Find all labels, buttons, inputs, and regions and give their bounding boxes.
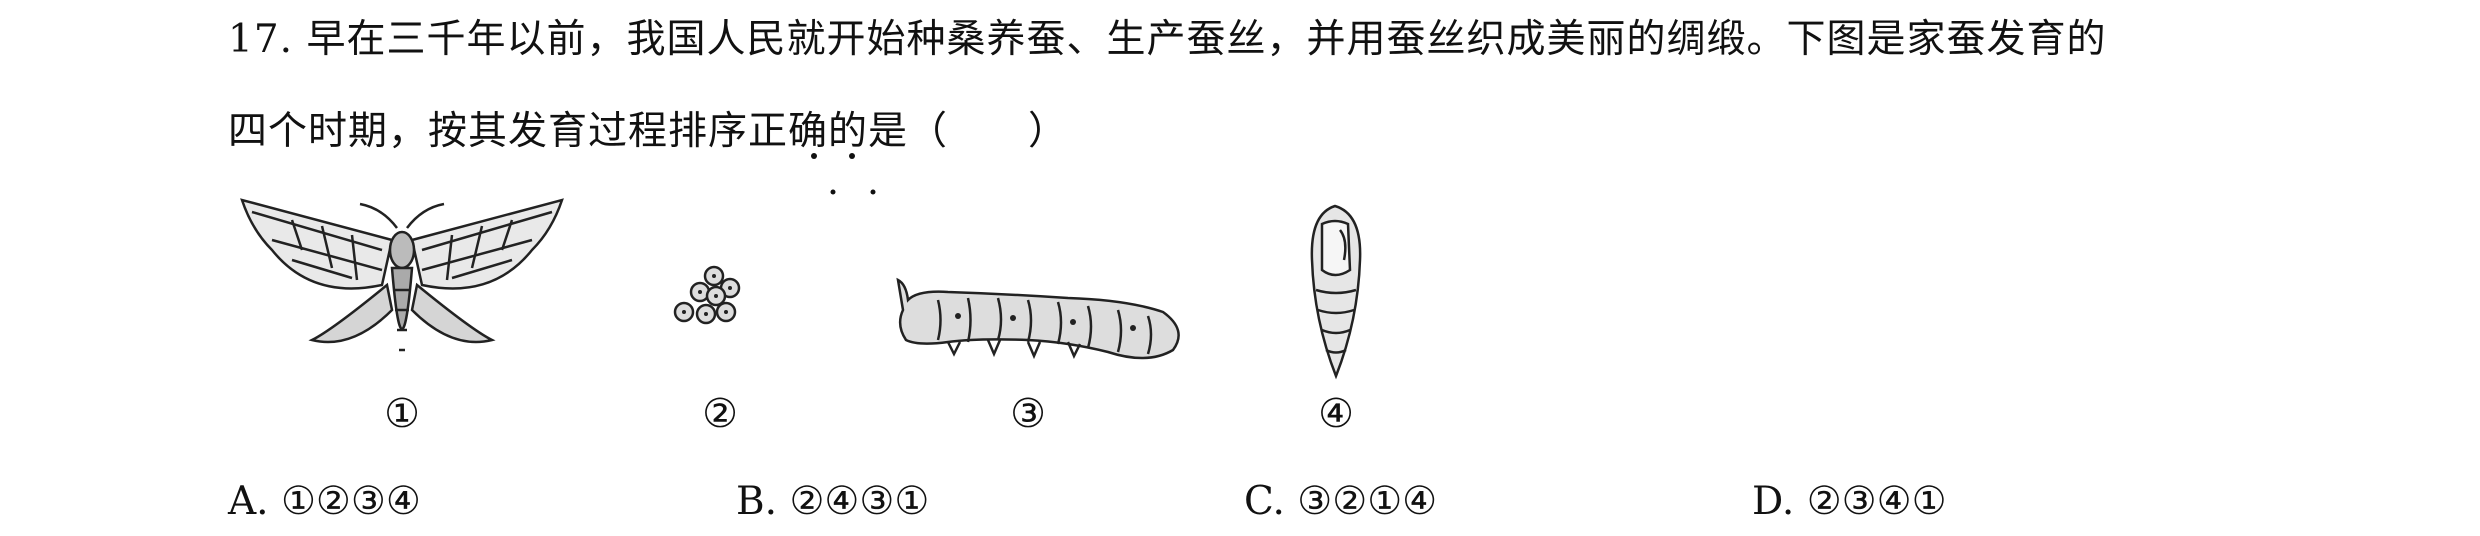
option-d[interactable]: D. ②③④① <box>1752 476 1947 528</box>
option-c-letter: C. <box>1244 479 1285 524</box>
figure-label-2: ② <box>702 391 738 437</box>
option-b-text: ②④③① <box>789 479 930 524</box>
option-c-text: ③②①④ <box>1297 479 1438 524</box>
larva-icon <box>896 277 1180 360</box>
figure-label-4: ④ <box>1318 391 1354 437</box>
option-a-text: ①②③④ <box>280 479 421 524</box>
figure-eggs <box>670 262 760 346</box>
option-a[interactable]: A. ①②③④ <box>228 476 421 528</box>
option-b-letter: B. <box>736 479 778 524</box>
question-text-1: 早在三千年以前，我国人民就开始种桑养蚕、生产蚕丝，并用蚕丝织成美丽的绸缎。下图是… <box>306 17 2107 62</box>
figure-label-3: ③ <box>1010 391 1046 437</box>
question-line-2: 四个时期，按其发育过程排序正确的是（ ） <box>228 104 1068 160</box>
eggs-icon <box>673 265 741 325</box>
pupa-icon <box>1310 204 1362 380</box>
option-b[interactable]: B. ②④③① <box>736 476 929 528</box>
figure-moth <box>232 190 572 384</box>
figure-larva <box>888 270 1188 374</box>
question-number: 17. <box>228 17 294 62</box>
moth-icon <box>240 198 564 352</box>
option-a-letter: A. <box>228 479 269 524</box>
figure-pupa <box>1300 200 1370 384</box>
question-line-1: 17. 早在三千年以前，我国人民就开始种桑养蚕、生产蚕丝，并用蚕丝织成美丽的绸缎… <box>228 12 2106 68</box>
option-d-text: ②③④① <box>1806 479 1947 524</box>
option-c[interactable]: C. ③②①④ <box>1244 476 1437 528</box>
question-text-2: 四个时期，按其发育过程排序正确的是（ ） <box>228 109 1069 154</box>
figure-label-1: ① <box>384 391 420 437</box>
option-d-letter: D. <box>1752 479 1795 524</box>
emphasis-dots <box>808 150 888 200</box>
